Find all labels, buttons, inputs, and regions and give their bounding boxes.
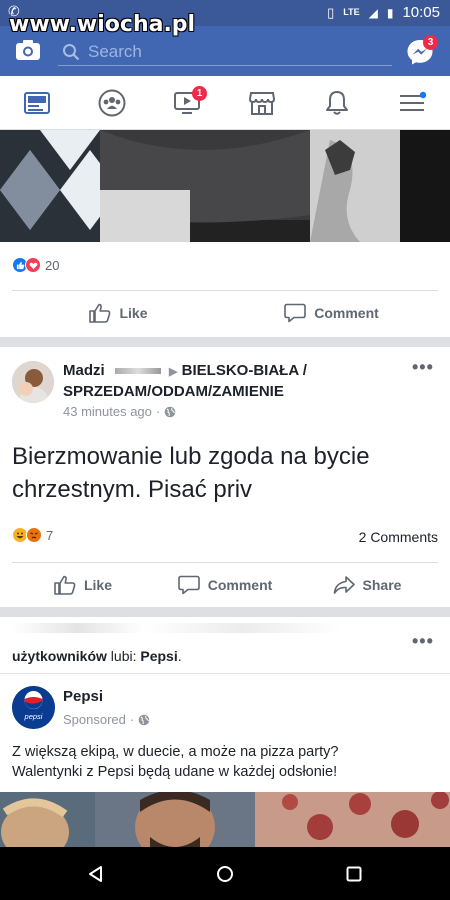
tab-groups[interactable] — [97, 88, 127, 118]
social-context-users: użytkowników — [12, 648, 107, 664]
ad-image[interactable] — [0, 792, 450, 847]
more-options-button[interactable]: ••• — [412, 357, 434, 378]
comment-button-2[interactable]: Comment — [154, 563, 296, 607]
social-context: użytkowników lubi: Pepsi. — [12, 648, 182, 664]
tab-notifications[interactable] — [322, 88, 352, 118]
post-author[interactable]: Madzi — [63, 362, 105, 379]
sponsored-meta: Sponsored · — [63, 712, 150, 727]
search-input[interactable] — [88, 41, 368, 62]
reaction-count: 20 — [45, 257, 60, 273]
notifications-icon — [326, 91, 348, 115]
watermark: www.wiocha.pl — [9, 12, 196, 37]
comment-icon — [177, 575, 200, 595]
marketplace-icon — [248, 92, 276, 115]
post-photo[interactable] — [0, 130, 450, 242]
vibrate-icon: ▯ — [327, 4, 335, 20]
search-icon — [63, 43, 80, 60]
post-1-footer: 20 Like Comment — [0, 242, 450, 337]
battery-icon: ▮ — [386, 5, 394, 20]
tab-bar: 1 — [0, 76, 450, 130]
post-text: Bierzmowanie lub zgoda na bycie chrzestn… — [12, 443, 370, 503]
post-time[interactable]: 43 minutes ago — [63, 404, 152, 419]
groups-icon — [98, 89, 126, 117]
comments-count[interactable]: 2 Comments — [359, 529, 438, 545]
pepsi-logo[interactable]: pepsi — [12, 686, 55, 729]
home-icon[interactable] — [215, 864, 235, 884]
like-button-2[interactable]: Like — [12, 563, 154, 607]
network-type: LTE — [343, 7, 360, 17]
share-icon — [333, 576, 355, 594]
love-reaction-icon — [25, 257, 41, 273]
clock: 10:05 — [402, 4, 440, 21]
like-label: Like — [119, 305, 148, 321]
avatar[interactable] — [12, 361, 54, 403]
share-button[interactable]: Share — [296, 563, 438, 607]
menu-icon — [400, 91, 426, 111]
tab-watch[interactable]: 1 — [172, 86, 207, 118]
android-nav-bar — [0, 847, 450, 900]
divider — [0, 673, 450, 674]
news-feed-icon — [24, 92, 50, 114]
post-2-actions: Like Comment Share — [12, 562, 438, 607]
redacted-header — [12, 623, 342, 633]
globe-icon — [138, 714, 150, 725]
thumbs-up-icon — [89, 303, 111, 323]
reaction-count-2: 7 — [46, 527, 54, 543]
post-photo-image — [0, 130, 450, 242]
tab-news-feed[interactable] — [22, 88, 52, 118]
post-2: Madzi ▶ BIELSKO-BIAŁA / SPRZEDAM/ODDAM/Z… — [0, 347, 450, 607]
share-label: Share — [362, 577, 402, 593]
thumbs-up-icon — [54, 575, 76, 595]
pepsi-logo-text: pepsi — [24, 712, 43, 721]
ad-text-line-1: Z większą ekipą, w duecie, a może na piz… — [12, 744, 339, 760]
camera-icon[interactable] — [16, 40, 40, 60]
comment-icon — [284, 303, 307, 323]
comment-button[interactable]: Comment — [225, 291, 438, 335]
post-3: ••• użytkowników lubi: Pepsi. pepsi Peps… — [0, 617, 450, 847]
like-button[interactable]: Like — [12, 291, 225, 335]
globe-icon — [164, 406, 176, 417]
post-meta: 43 minutes ago · — [63, 404, 176, 419]
reactions-summary[interactable]: 20 — [12, 257, 59, 273]
post-1-actions: Like Comment — [12, 290, 438, 335]
sponsored-label[interactable]: Sponsored — [63, 712, 126, 727]
arrow-icon: ▶ — [169, 366, 178, 378]
tab-menu[interactable] — [397, 88, 427, 118]
search-bar[interactable] — [58, 38, 392, 66]
comment-label: Comment — [314, 305, 379, 321]
signal-icon: ◢ — [368, 5, 378, 20]
social-context-text: lubi: — [106, 648, 141, 664]
angry-reaction-icon — [26, 527, 42, 543]
ad-image-photo — [0, 792, 450, 847]
reactions-summary-2[interactable]: 7 — [12, 527, 53, 543]
more-options-button[interactable]: ••• — [412, 631, 434, 652]
back-icon[interactable] — [86, 864, 106, 884]
page-name[interactable]: Pepsi — [63, 688, 103, 705]
social-context-page[interactable]: Pepsi — [140, 648, 177, 664]
messenger-badge: 3 — [423, 35, 438, 50]
recent-apps-icon[interactable] — [344, 864, 364, 884]
redacted-name — [114, 368, 161, 375]
tab-marketplace[interactable] — [247, 88, 277, 118]
watch-badge: 1 — [192, 86, 207, 101]
ad-text: Z większą ekipą, w duecie, a może na piz… — [12, 742, 442, 782]
like-label: Like — [83, 577, 112, 593]
comment-label: Comment — [207, 577, 273, 593]
ad-text-line-2: Walentynki z Pepsi będą udane w każdej o… — [12, 764, 338, 780]
